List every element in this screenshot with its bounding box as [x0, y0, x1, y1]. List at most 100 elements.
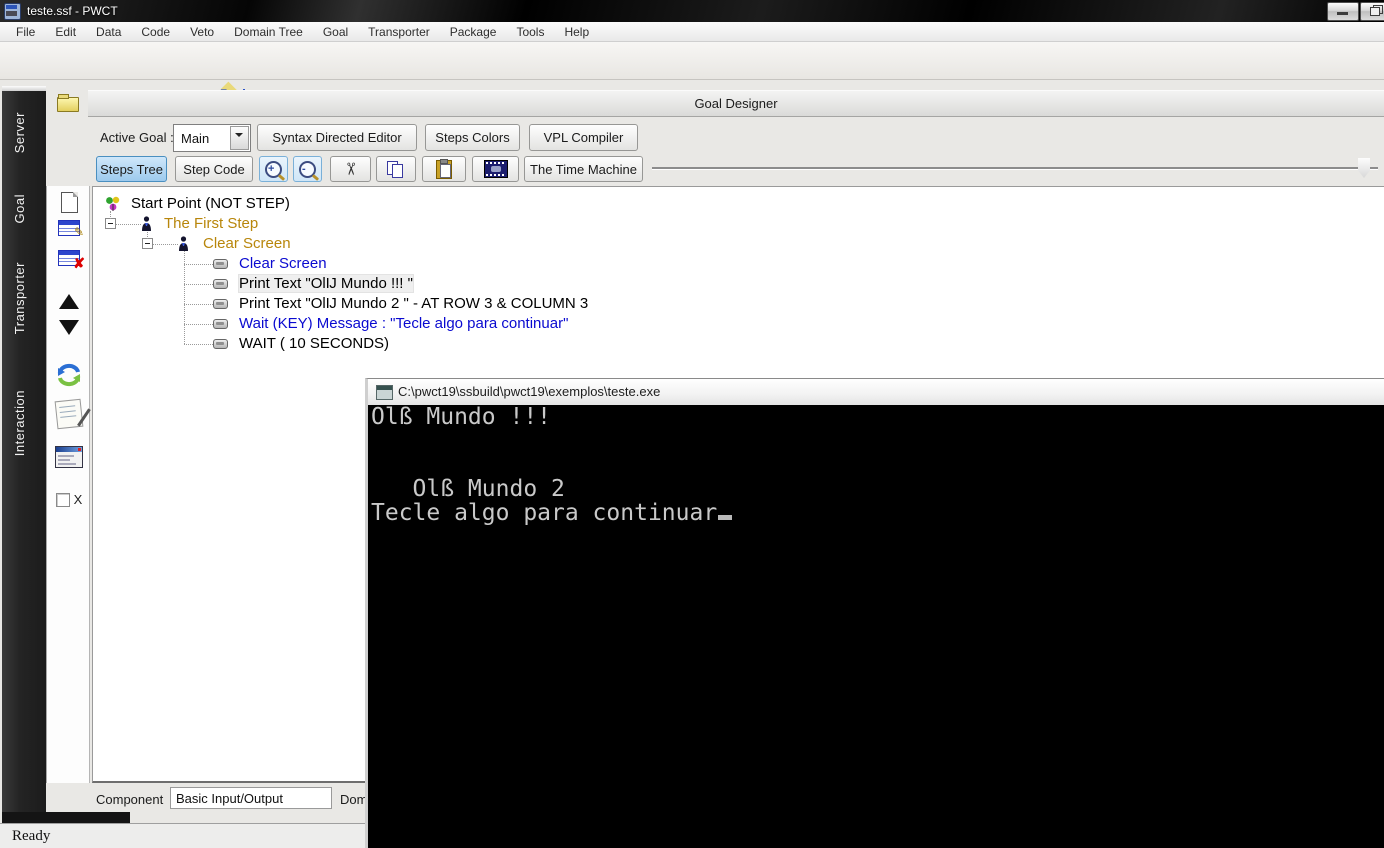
- tree-row: Start Point (NOT STEP): [93, 194, 1384, 214]
- step-leaf-icon: [213, 319, 228, 329]
- minimize-icon: [1337, 12, 1348, 15]
- step-toolbar: ✎ ✘ X: [46, 186, 90, 783]
- main-toolbar: ? A ! Visual Programming Language Harbou…: [0, 42, 1384, 80]
- option-x-checkbox[interactable]: X: [47, 492, 91, 507]
- tree-item-label[interactable]: WAIT ( 10 SECONDS): [239, 335, 389, 352]
- checkbox-icon[interactable]: [56, 493, 70, 507]
- console-window: C:\pwct19\ssbuild\pwct19\exemplos\teste.…: [365, 378, 1384, 848]
- tree-row: Print Text "OlĲ Mundo !!! ": [93, 274, 1384, 294]
- console-line: Olß Mundo 2: [368, 477, 1384, 501]
- step-leaf-icon: [213, 279, 228, 289]
- console-title: C:\pwct19\ssbuild\pwct19\exemplos\teste.…: [398, 384, 660, 399]
- syntax-directed-editor-button[interactable]: Syntax Directed Editor: [257, 124, 417, 151]
- find-step-button[interactable]: [472, 156, 519, 182]
- time-machine-slider-thumb[interactable]: [1358, 158, 1370, 178]
- tree-item-label[interactable]: Print Text "OlĲ Mundo 2 " - AT ROW 3 & C…: [239, 295, 588, 312]
- sidebar-grip[interactable]: [2, 86, 46, 91]
- tree-connector: [184, 284, 213, 285]
- tree-row: Print Text "OlĲ Mundo 2 " - AT ROW 3 & C…: [93, 294, 1384, 314]
- copy-button[interactable]: [376, 156, 416, 182]
- tree-expander-icon[interactable]: [105, 218, 116, 229]
- paste-button[interactable]: [422, 156, 466, 182]
- copy-icon: [387, 161, 405, 177]
- tree-item-label[interactable]: Start Point (NOT STEP): [131, 195, 290, 212]
- move-up-icon[interactable]: [47, 294, 91, 309]
- step-leaf-icon: [213, 259, 228, 269]
- tree-connector: [184, 264, 213, 265]
- menu-item-veto[interactable]: Veto: [180, 23, 224, 41]
- tree-item-label[interactable]: Clear Screen: [239, 255, 327, 272]
- window-title: teste.ssf - PWCT: [27, 4, 118, 18]
- tree-row: Clear Screen: [93, 234, 1384, 254]
- tree-expander-icon[interactable]: [142, 238, 153, 249]
- panel-edge: [2, 812, 130, 823]
- menu-item-tools[interactable]: Tools: [506, 23, 554, 41]
- component-input[interactable]: [170, 787, 332, 809]
- menu-item-help[interactable]: Help: [554, 23, 599, 41]
- active-goal-label: Active Goal :: [100, 130, 174, 145]
- tree-item-label[interactable]: Wait (KEY) Message : "Tecle algo para co…: [239, 315, 568, 332]
- zoom-out-icon: -: [299, 161, 316, 178]
- step-leaf-icon: [213, 299, 228, 309]
- sidebar-item-server[interactable]: Server: [12, 112, 27, 153]
- component-label: Component: [96, 792, 163, 807]
- vpl-compiler-button[interactable]: VPL Compiler: [529, 124, 638, 151]
- menu-item-package[interactable]: Package: [440, 23, 507, 41]
- steps-colors-button[interactable]: Steps Colors: [425, 124, 520, 151]
- title-bar: teste.ssf - PWCT: [0, 0, 1384, 22]
- tab-steps-tree[interactable]: Steps Tree: [96, 156, 167, 182]
- menu-item-edit[interactable]: Edit: [45, 23, 86, 41]
- console-title-bar[interactable]: C:\pwct19\ssbuild\pwct19\exemplos\teste.…: [368, 379, 1384, 406]
- active-goal-value: Main: [174, 125, 230, 151]
- active-goal-select[interactable]: Main: [173, 124, 251, 152]
- menu-item-file[interactable]: File: [6, 23, 45, 41]
- delete-step-icon[interactable]: ✘: [47, 250, 91, 266]
- restore-button[interactable]: [1360, 2, 1384, 21]
- tree-connector: [184, 324, 213, 325]
- menu-item-transporter[interactable]: Transporter: [358, 23, 440, 41]
- menu-item-domain-tree[interactable]: Domain Tree: [224, 23, 313, 41]
- console-cursor: [718, 515, 732, 520]
- tree-connector: [116, 224, 141, 225]
- form-designer-icon[interactable]: [47, 446, 91, 468]
- console-app-icon: [376, 385, 393, 400]
- move-down-icon[interactable]: [47, 320, 91, 335]
- zoom-out-button[interactable]: -: [293, 156, 322, 182]
- step-leaf-icon: [213, 339, 228, 349]
- minimize-button[interactable]: [1327, 2, 1359, 21]
- sidebar-item-interaction[interactable]: Interaction: [12, 390, 27, 456]
- tree-item-label[interactable]: Print Text "OlĲ Mundo !!! ": [239, 275, 413, 292]
- new-step-icon[interactable]: [47, 192, 91, 213]
- tree-row: Wait (KEY) Message : "Tecle algo para co…: [93, 314, 1384, 334]
- goal-designer-header: Goal Designer: [88, 90, 1384, 117]
- console-line: Olß Mundo !!!: [368, 405, 1384, 429]
- tab-step-code[interactable]: Step Code: [175, 156, 253, 182]
- edit-step-icon[interactable]: ✎: [47, 220, 91, 236]
- sidebar-item-transporter[interactable]: Transporter: [12, 262, 27, 334]
- tree-item-label[interactable]: Clear Screen: [203, 235, 291, 252]
- menu-item-goal[interactable]: Goal: [313, 23, 358, 41]
- tree-item-label[interactable]: The First Step: [164, 215, 258, 232]
- time-machine-button[interactable]: The Time Machine: [524, 156, 643, 182]
- console-line: [368, 429, 1384, 453]
- menu-item-data[interactable]: Data: [86, 23, 131, 41]
- zoom-in-button[interactable]: +: [259, 156, 288, 182]
- time-machine-slider-track[interactable]: [652, 167, 1378, 169]
- cut-button[interactable]: ✂: [330, 156, 371, 182]
- find-step-icon: [484, 160, 508, 178]
- notes-icon[interactable]: [47, 400, 91, 428]
- refresh-icon[interactable]: [47, 362, 91, 388]
- tree-row: The First Step: [93, 214, 1384, 234]
- zoom-in-icon: +: [265, 161, 282, 178]
- menu-item-code[interactable]: Code: [131, 23, 180, 41]
- chevron-down-icon[interactable]: [230, 126, 249, 150]
- checkbox-label: X: [74, 492, 83, 507]
- console-output: Olß Mundo !!! Olß Mundo 2Tecle algo para…: [368, 405, 1384, 848]
- sidebar-item-goal[interactable]: Goal: [12, 194, 27, 223]
- tree-connector: [110, 211, 111, 219]
- pwct-main-window: teste.ssf - PWCT FileEditDataCodeVetoDom…: [0, 0, 1384, 848]
- console-line: [368, 453, 1384, 477]
- tree-row: Clear Screen: [93, 254, 1384, 274]
- open-file-icon[interactable]: [57, 92, 81, 114]
- paste-icon: [436, 160, 452, 179]
